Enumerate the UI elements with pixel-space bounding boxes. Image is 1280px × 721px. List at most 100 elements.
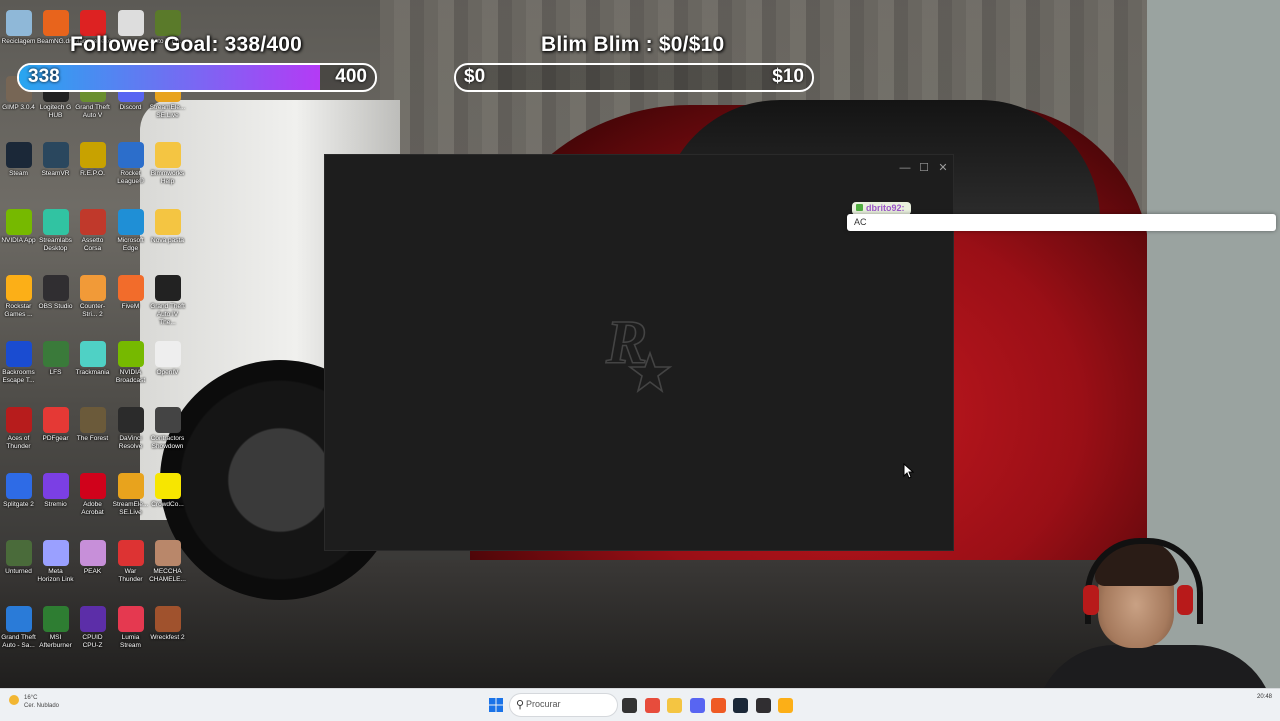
cpuz-icon: [79, 605, 106, 632]
desktop-shortcut[interactable]: Microsoft Edge: [112, 208, 149, 253]
discord-icon[interactable]: [690, 698, 705, 713]
weather-sun-icon: [9, 695, 19, 705]
desktop-shortcut[interactable]: Backrooms Escape T...: [0, 341, 37, 385]
close-button[interactable]: ✕: [934, 161, 952, 175]
minimize-button[interactable]: —: [896, 161, 914, 175]
donation-goal-title: Blim Blim : $0/$10: [541, 33, 725, 56]
desktop-shortcut-label: Lumia Stream: [120, 633, 141, 649]
chat-message-text: AC: [854, 217, 867, 227]
desktop-shortcut[interactable]: Steam: [0, 142, 37, 178]
desktop-shortcut[interactable]: R.E.P.O.: [74, 142, 111, 178]
desktop-shortcut[interactable]: The Forest: [74, 407, 111, 443]
chat-badge-icon: [856, 204, 863, 211]
desktop-shortcut[interactable]: Wreckfest 2: [149, 605, 186, 642]
desktop-shortcut[interactable]: PEAK: [74, 539, 111, 576]
desktop-shortcut[interactable]: DaVinci Resolve: [112, 407, 149, 451]
desktop-shortcut[interactable]: BeamNG.dr...: [37, 10, 77, 46]
desktop-shortcut[interactable]: War Thunder: [112, 539, 149, 584]
desktop-shortcut[interactable]: Adobe Acrobat: [74, 473, 111, 517]
trackmania-icon: [79, 341, 106, 367]
desktop-shortcut[interactable]: MECCHA CHAMELE...: [149, 539, 186, 584]
desktop-shortcut[interactable]: CrowdCo...: [149, 473, 186, 509]
desktop-shortcut[interactable]: Unturned: [0, 539, 37, 576]
rocket-league-icon: [117, 142, 144, 169]
search-icon: ⚲: [516, 699, 525, 711]
wreckfest-icon: [154, 605, 181, 632]
desktop-shortcut-label: Unturned: [5, 567, 32, 575]
crowdcontrol-icon: [154, 473, 181, 500]
war-thunder-icon: [117, 539, 144, 566]
desktop-shortcut[interactable]: OpenIV: [149, 341, 186, 377]
desktop-shortcut-label: SteamVR: [41, 170, 70, 178]
desktop-shortcut[interactable]: Rockstar Games ...: [0, 274, 37, 319]
desktop-shortcut[interactable]: Stremio: [37, 473, 74, 509]
clock-time: 20:48: [1256, 694, 1272, 700]
desktop-shortcut-label: Counter-Stri... 2: [79, 302, 106, 318]
task-view-icon[interactable]: [622, 698, 637, 713]
desktop-shortcut-label: Nova pasta: [151, 236, 184, 244]
desktop-shortcut[interactable]: OBS Studio: [37, 274, 74, 311]
desktop-shortcut-label: OpenIV: [156, 369, 179, 376]
desktop-shortcut[interactable]: Bimmworks Help: [149, 142, 186, 186]
donation-goal-target: $10: [772, 66, 804, 87]
desktop-shortcut[interactable]: Rocket League®: [112, 142, 149, 186]
unturned-icon: [5, 539, 32, 566]
taskbar-search-box[interactable]: ⚲ Procurar: [510, 694, 617, 716]
desktop-shortcut[interactable]: CPUID CPU-Z: [74, 605, 111, 650]
desktop-shortcut-label: BeamNG.dr...: [37, 38, 77, 45]
edge-icon: [117, 208, 144, 235]
taskbar-clock[interactable]: 20:48: [1257, 693, 1272, 701]
steam-icon[interactable]: [733, 698, 748, 713]
desktop-shortcut[interactable]: Aces of Thunder: [0, 407, 37, 451]
desktop-shortcut-label: Grand Theft Auto IV The...: [150, 302, 185, 326]
desktop-shortcut[interactable]: SteamVR: [37, 142, 74, 178]
desktop-shortcut[interactable]: LFS: [37, 341, 74, 377]
desktop-shortcut[interactable]: Contractors Showdown: [149, 407, 186, 451]
nvidia-broadcast-icon: [117, 341, 144, 367]
msi-icon: [42, 605, 69, 632]
obs-icon: [42, 274, 69, 301]
peak-icon: [79, 539, 106, 566]
chrome-icon[interactable]: [645, 698, 660, 713]
donation-goal-bar: $0 $10: [454, 63, 814, 92]
maximize-button[interactable]: ☐: [915, 161, 933, 175]
desktop-shortcut[interactable]: NVIDIA App: [0, 208, 37, 245]
desktop-shortcut[interactable]: Lumia Stream: [112, 605, 149, 650]
desktop-shortcut[interactable]: Reciclagem: [0, 10, 37, 46]
desktop-shortcut-label: Microsoft Edge: [117, 236, 144, 252]
desktop-shortcut[interactable]: PDFgear: [37, 407, 74, 443]
desktop-shortcut[interactable]: Streamlabs Desktop: [37, 208, 74, 253]
desktop-shortcut[interactable]: Meta Horizon Link: [37, 539, 74, 584]
start-button[interactable]: [489, 698, 503, 712]
desktop-shortcut[interactable]: Assetto Corsa: [74, 208, 111, 253]
brave-icon[interactable]: [711, 698, 726, 713]
desktop-shortcut-label: Meta Horizon Link: [37, 567, 74, 583]
rockstar-icon[interactable]: [778, 698, 793, 713]
desktop-shortcut[interactable]: Counter-Stri... 2: [74, 274, 111, 319]
obs-icon[interactable]: [756, 698, 771, 713]
file-explorer-icon[interactable]: [667, 698, 682, 713]
desktop-shortcut[interactable]: NVIDIA Broadcast: [112, 341, 149, 385]
desktop-shortcut-label: Adobe Acrobat: [81, 501, 104, 517]
desktop-shortcut-label: Grand Theft Auto V: [75, 104, 110, 120]
desktop-shortcut[interactable]: Grand Theft Auto - Sa...: [0, 605, 37, 650]
acrobat-icon: [79, 473, 106, 500]
desktop-shortcut-label: R.E.P.O.: [80, 170, 105, 178]
beamng-icon: [42, 10, 69, 36]
weather-widget[interactable]: 16°C Cer. Nublado: [9, 694, 59, 710]
folder-icon: [154, 142, 181, 169]
desktop-shortcut[interactable]: FiveM: [112, 274, 149, 311]
desktop-shortcut-label: NVIDIA Broadcast: [115, 369, 146, 384]
pdf-icon: [42, 407, 69, 434]
desktop-shortcut[interactable]: Grand Theft Auto IV The...: [149, 274, 186, 327]
streamelements-icon: [117, 473, 144, 500]
nvidia-icon: [5, 208, 32, 235]
desktop-shortcut[interactable]: Splitgate 2: [0, 473, 37, 509]
openiv-icon: [154, 341, 181, 367]
desktop-shortcut[interactable]: Trackmania: [74, 341, 111, 377]
desktop-shortcut[interactable]: Nova pasta: [149, 208, 186, 245]
desktop-shortcut[interactable]: StreamEle... SE.Live: [112, 473, 149, 517]
chat-username: dbrito92:: [866, 203, 905, 213]
desktop-shortcut[interactable]: MSI Afterburner: [37, 605, 74, 650]
desktop-shortcut-label: War Thunder: [118, 567, 143, 583]
